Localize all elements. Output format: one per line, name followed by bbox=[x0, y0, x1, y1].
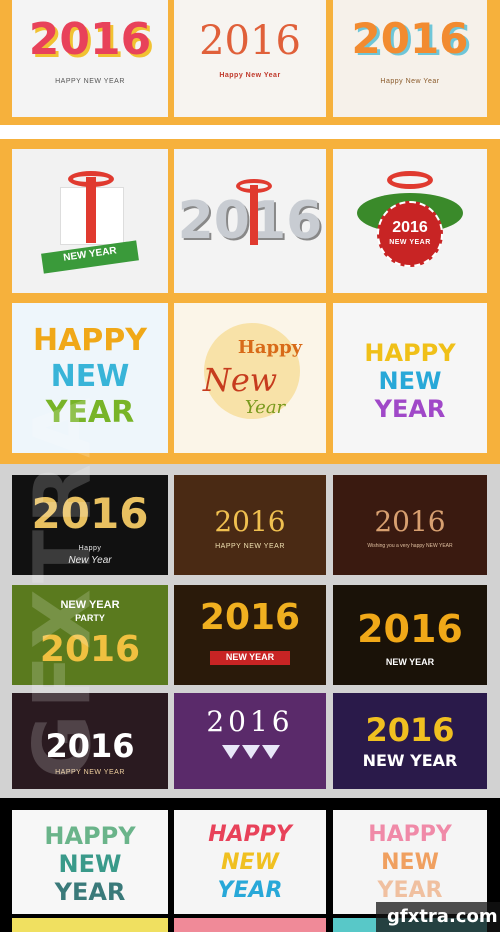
site-logo: gfxtra.com bbox=[387, 906, 498, 927]
tile-line-2: NEW bbox=[378, 367, 442, 395]
tile-line-2: NEW bbox=[50, 359, 130, 394]
thumbnail-2016-colorful[interactable]: 2016 HAPPY NEW YEAR bbox=[12, 0, 168, 117]
tile-subtitle: Happy New Year bbox=[380, 78, 440, 85]
thumbnail-partial bbox=[174, 918, 326, 932]
gift-bow-icon bbox=[236, 179, 272, 193]
tile-title: 2016 bbox=[351, 14, 469, 63]
thumbnail-partial bbox=[12, 918, 168, 932]
tile-subtitle: HAPPY NEW YEAR bbox=[55, 78, 125, 85]
thumbnail-2016-bokeh[interactable]: 2016 Wishing you a very happy NEW YEAR bbox=[333, 475, 487, 575]
tile-title: 2016 bbox=[392, 219, 428, 236]
thumbnail-happy-new-year-slanted[interactable]: HAPPY NEW YEAR bbox=[174, 810, 326, 914]
tile-line-1: HAPPY bbox=[208, 822, 292, 847]
tile-subtitle: Wishing you a very happy NEW YEAR bbox=[367, 543, 453, 549]
thumbnail-2016-gift[interactable]: 2016 bbox=[174, 149, 326, 293]
cocktail-glass-icon bbox=[242, 745, 260, 759]
tile-title: 2016 bbox=[199, 18, 301, 64]
thumbnail-2016-fireworks[interactable]: 2016 NEW YEAR bbox=[333, 585, 487, 685]
tile-line-2: New bbox=[202, 361, 278, 399]
tile-line-3: YEAR bbox=[54, 878, 126, 906]
tile-title: 2016 bbox=[374, 505, 446, 538]
tile-subtitle: NEW YEAR bbox=[362, 751, 458, 770]
tile-line-2: NEW bbox=[58, 850, 122, 878]
thumbnail-2016-clock[interactable]: 2016 HAPPY NEW YEAR bbox=[174, 475, 326, 575]
thumbnail-2016-sparkle[interactable]: 2016 Happy New Year bbox=[12, 475, 168, 575]
tile-line-1: HAPPY bbox=[32, 323, 148, 358]
tile-subtitle: NEW YEAR bbox=[389, 239, 431, 246]
tile-subtitle: HAPPY NEW YEAR bbox=[215, 543, 285, 550]
gift-ribbon-icon bbox=[250, 185, 258, 245]
thumbnail-2016-ornament[interactable]: 2016 NEW YEAR bbox=[333, 149, 487, 293]
thumbnail-gift-new-year[interactable]: NEW YEAR bbox=[12, 149, 168, 293]
tile-subtitle: Happy bbox=[78, 545, 102, 552]
thumbnail-happy-new-year-green[interactable]: HAPPY NEW YEAR bbox=[12, 810, 168, 914]
tile-line-3: YEAR bbox=[45, 395, 135, 430]
tile-subtitle: Happy New Year bbox=[219, 72, 281, 79]
tile-title: 2016 bbox=[214, 505, 286, 538]
tile-line-3: YEAR bbox=[377, 878, 443, 903]
tile-subtitle: HAPPY NEW YEAR bbox=[55, 769, 125, 776]
tile-line-2: NEW bbox=[381, 850, 439, 875]
tile-line-1: HAPPY bbox=[364, 339, 456, 367]
tile-title: 2016 bbox=[45, 727, 135, 765]
thumbnail-happy-new-year-3d[interactable]: HAPPY NEW YEAR bbox=[12, 303, 168, 453]
tile-title: 2016 bbox=[28, 14, 152, 65]
thumbnail-happy-new-year-bold[interactable]: HAPPY NEW YEAR bbox=[333, 303, 487, 453]
tile-subtitle-2: New Year bbox=[68, 555, 112, 566]
tile-title: 2016 bbox=[199, 597, 301, 638]
thumbnail-2016-lights[interactable]: 2016 HAPPY NEW YEAR bbox=[12, 693, 168, 789]
gift-bow-icon bbox=[387, 171, 433, 189]
tile-title: 2016 bbox=[39, 629, 141, 670]
tile-line-3: YEAR bbox=[374, 395, 446, 423]
tile-title: 2016 bbox=[357, 607, 463, 651]
tile-subtitle-2: PARTY bbox=[75, 613, 105, 623]
tile-title: 2016 bbox=[31, 489, 149, 538]
tile-subtitle: NEW YEAR bbox=[225, 652, 275, 662]
tile-line-1: Happy bbox=[237, 337, 303, 358]
thumbnail-new-year-party[interactable]: NEW YEAR PARTY 2016 bbox=[12, 585, 168, 685]
tile-line-3: YEAR bbox=[217, 878, 283, 903]
thumbnail-2016-pine[interactable]: 2016 NEW YEAR bbox=[174, 585, 326, 685]
thumbnail-happy-new-year-script[interactable]: Happy New Year bbox=[174, 303, 326, 453]
tile-line-3: Year bbox=[244, 397, 286, 418]
tile-line-1: HAPPY bbox=[44, 822, 136, 850]
tile-subtitle: NEW YEAR bbox=[60, 599, 120, 611]
thumbnail-2016-red[interactable]: 2016 Happy New Year bbox=[174, 0, 326, 117]
thumbnail-2016-cocktail[interactable]: 2016 bbox=[174, 693, 326, 789]
tile-title: 2016 bbox=[206, 705, 294, 738]
white-gap bbox=[0, 125, 500, 139]
thumbnail-2016-watercolor[interactable]: 2016 Happy New Year bbox=[333, 0, 487, 117]
tile-line-2: NEW bbox=[221, 850, 279, 875]
thumbnail-happy-new-year-pastel[interactable]: HAPPY NEW YEAR bbox=[333, 810, 487, 914]
tile-subtitle: NEW YEAR bbox=[385, 657, 435, 667]
cocktail-glass-icon bbox=[222, 745, 240, 759]
cocktail-glass-icon bbox=[262, 745, 280, 759]
tile-line-1: HAPPY bbox=[368, 822, 452, 847]
thumbnail-2016-new-year-clock[interactable]: 2016 NEW YEAR bbox=[333, 693, 487, 789]
tile-title: 2016 bbox=[365, 711, 455, 749]
gift-bow-icon bbox=[68, 171, 114, 187]
